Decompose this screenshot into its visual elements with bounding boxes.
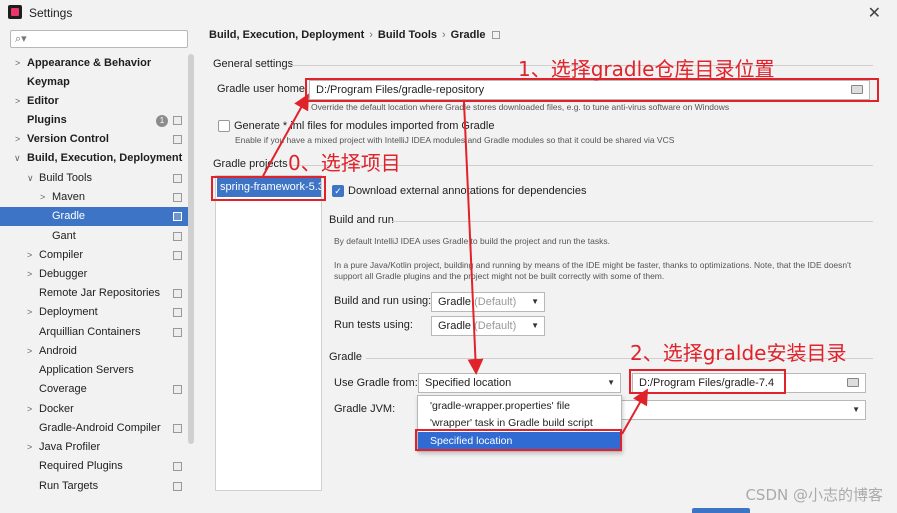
annotation-step-2: 2、选择gralde安装目录 xyxy=(630,341,847,365)
watermark: CSDN @小志的博客 xyxy=(745,486,883,504)
ok-button[interactable] xyxy=(692,508,750,513)
arrow-to-gradle-location xyxy=(621,388,648,435)
arrow-to-use-gradle-from xyxy=(463,101,484,375)
annotation-step-1: 1、选择gradle仓库目录位置 xyxy=(518,57,775,81)
annotation-step-0: 0、选择项目 xyxy=(288,151,401,175)
